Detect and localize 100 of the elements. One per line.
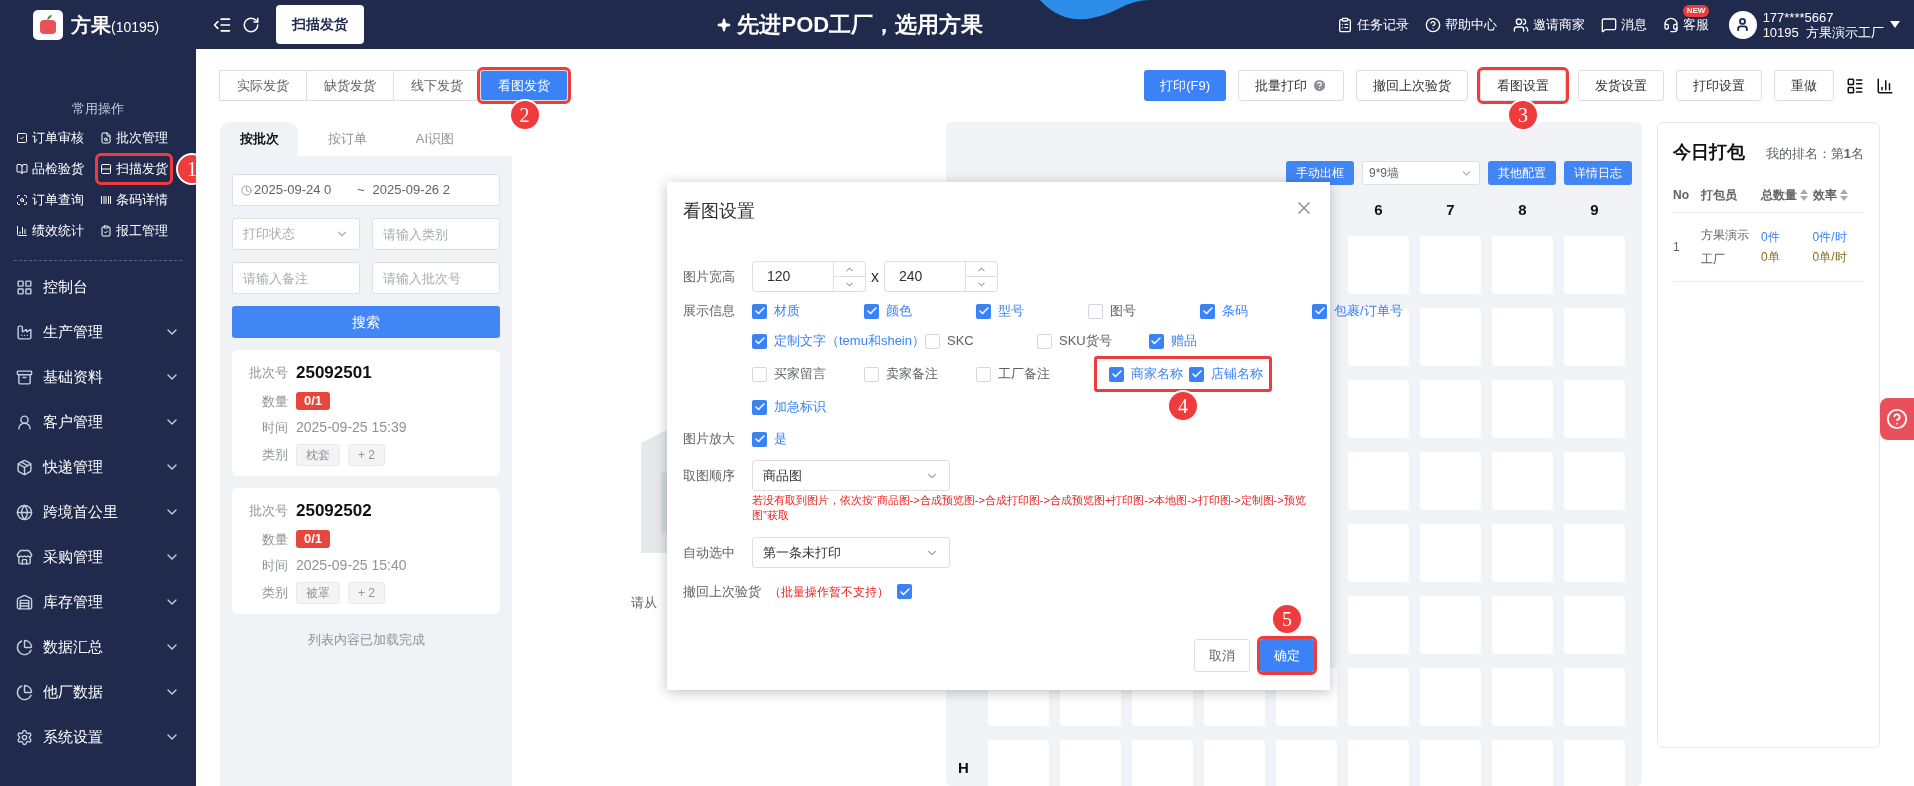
refresh-icon[interactable] bbox=[242, 15, 260, 34]
checkbox[interactable] bbox=[976, 366, 991, 382]
view-tab[interactable]: 实际发货 bbox=[219, 70, 307, 101]
width-field[interactable]: 120 bbox=[752, 261, 866, 292]
checkbox[interactable] bbox=[897, 584, 912, 600]
action-button[interactable]: 打印设置 bbox=[1676, 70, 1762, 101]
field-label: 数量 bbox=[261, 530, 288, 549]
people-icon[interactable] bbox=[1512, 16, 1529, 33]
pie-chart-icon bbox=[16, 683, 33, 701]
confirm-button[interactable]: 确定 bbox=[1260, 639, 1314, 672]
batch-card[interactable]: 批次号 25092502 数量 0/1 时间 2025-09-25 15:40 类别 被罩 + 2 bbox=[232, 488, 500, 614]
checkbox[interactable] bbox=[752, 399, 767, 415]
field-label: 类别 bbox=[261, 446, 288, 465]
wall-action-button[interactable]: 其他配置 bbox=[1488, 161, 1556, 185]
view-tab[interactable]: 看图发货 bbox=[480, 70, 568, 101]
page-tab[interactable]: 扫描发货 bbox=[276, 5, 364, 44]
wall-size-select[interactable]: 9*9墙 bbox=[1362, 161, 1480, 185]
column-header[interactable]: 效率 bbox=[1812, 186, 1837, 204]
sort-icon[interactable] bbox=[1839, 189, 1848, 201]
header-link[interactable]: 客服 bbox=[1682, 14, 1709, 35]
wall-action-button[interactable]: 详情日志 bbox=[1564, 161, 1632, 185]
checkbox[interactable] bbox=[1200, 303, 1215, 319]
list-icon[interactable] bbox=[1336, 16, 1353, 33]
action-button[interactable]: 撤回上次验货 bbox=[1356, 70, 1468, 101]
checkbox[interactable] bbox=[1189, 366, 1204, 382]
shortcut-link[interactable]: 条码详情 bbox=[116, 189, 168, 210]
column-header[interactable]: 总数量 bbox=[1761, 186, 1797, 204]
avatar[interactable] bbox=[1728, 10, 1757, 39]
bar-chart-icon[interactable] bbox=[1876, 76, 1894, 95]
batch-time: 2025-09-25 15:40 bbox=[296, 556, 407, 575]
auto-select-dropdown[interactable]: 第一条未打印 bbox=[752, 537, 950, 568]
header-link[interactable]: 帮助中心 bbox=[1444, 14, 1497, 35]
header-link[interactable]: 消息 bbox=[1620, 14, 1647, 35]
menu-item[interactable]: 基础资料 bbox=[0, 354, 196, 400]
checkbox[interactable] bbox=[752, 431, 767, 447]
menu-item[interactable]: 快递管理 bbox=[0, 444, 196, 490]
shortcut-link[interactable]: 订单审核 bbox=[32, 127, 84, 148]
headset-icon[interactable] bbox=[1662, 16, 1679, 33]
message-icon[interactable] bbox=[1600, 16, 1617, 33]
height-field[interactable]: 240 bbox=[884, 261, 998, 292]
checkbox[interactable] bbox=[864, 303, 879, 319]
menu-item[interactable]: 控制台 bbox=[0, 264, 196, 310]
sort-icon[interactable] bbox=[1800, 189, 1808, 201]
menu-item[interactable]: 他厂数据 bbox=[0, 669, 196, 715]
checkbox[interactable] bbox=[864, 366, 879, 382]
shortcut-link[interactable]: 报工管理 bbox=[116, 220, 168, 241]
search-button[interactable]: 搜索 bbox=[232, 306, 500, 338]
shortcut-link[interactable]: 扫描发货 bbox=[116, 158, 168, 179]
date-start-field[interactable]: 2025-09-24 0 bbox=[254, 180, 349, 200]
menu-item[interactable]: 生产管理 bbox=[0, 309, 196, 355]
shortcut-link[interactable]: 订单查询 bbox=[32, 189, 84, 210]
menu-item[interactable]: 跨境首公里 bbox=[0, 489, 196, 535]
checkbox[interactable] bbox=[752, 303, 767, 319]
checkbox-label: 店铺名称 bbox=[1211, 365, 1263, 384]
action-button[interactable]: 批量打印 bbox=[1238, 70, 1344, 101]
checkbox[interactable] bbox=[925, 333, 940, 349]
column-label: 6 bbox=[1373, 200, 1384, 220]
field-label: 批次号 bbox=[248, 502, 288, 520]
menu-item[interactable]: 采购管理 bbox=[0, 534, 196, 580]
panel-tab[interactable]: 按批次 bbox=[220, 122, 298, 156]
cancel-button[interactable]: 取消 bbox=[1194, 639, 1250, 672]
checkbox[interactable] bbox=[1088, 303, 1103, 319]
checkbox[interactable] bbox=[752, 366, 767, 382]
menu-item[interactable]: 客户管理 bbox=[0, 399, 196, 445]
form-label: 取图顺序 bbox=[683, 467, 736, 485]
list-view-icon[interactable] bbox=[1846, 76, 1864, 95]
header-link[interactable]: 任务记录 bbox=[1356, 14, 1409, 35]
shortcut-link[interactable]: 品检验货 bbox=[32, 158, 84, 179]
action-button[interactable]: 看图设置 bbox=[1480, 70, 1566, 101]
checkbox-label: 定制文字（temu和shein） bbox=[774, 332, 925, 351]
step-marker: 1 bbox=[176, 152, 196, 185]
remark-field[interactable]: 请输入备注 bbox=[232, 262, 360, 294]
category-field[interactable]: 请输入类别 bbox=[372, 218, 500, 250]
checkbox[interactable] bbox=[752, 333, 767, 349]
view-tab[interactable]: 缺货发货 bbox=[306, 70, 394, 101]
menu-item[interactable]: 系统设置 bbox=[0, 714, 196, 760]
shortcut-link[interactable]: 绩效统计 bbox=[32, 220, 84, 241]
menu-item[interactable]: 数据汇总 bbox=[0, 624, 196, 670]
caret-icon[interactable] bbox=[1890, 21, 1900, 28]
manual-exit-button[interactable]: 手动出框 bbox=[1286, 161, 1354, 185]
batch-card[interactable]: 批次号 25092501 数量 0/1 时间 2025-09-25 15:39 类别 枕套 + 2 bbox=[232, 350, 500, 476]
size-separator: x bbox=[870, 266, 880, 287]
batch-number-field[interactable]: 请输入批次号 bbox=[372, 262, 500, 294]
header-link[interactable]: 邀请商家 bbox=[1532, 14, 1585, 35]
menu-item[interactable]: 库存管理 bbox=[0, 579, 196, 625]
date-end-field[interactable]: 2025-09-26 2 bbox=[372, 180, 468, 200]
checkbox[interactable] bbox=[976, 303, 991, 319]
checkbox[interactable] bbox=[1149, 333, 1164, 349]
help-icon[interactable] bbox=[1424, 16, 1441, 33]
column-label: 7 bbox=[1445, 200, 1456, 220]
checkbox[interactable] bbox=[1037, 333, 1052, 349]
action-button[interactable]: 打印(F9) bbox=[1144, 70, 1226, 101]
checkbox[interactable] bbox=[1312, 303, 1327, 319]
warehouse-icon bbox=[16, 593, 33, 611]
action-button[interactable]: 重做 bbox=[1774, 70, 1834, 101]
checkbox[interactable] bbox=[1109, 366, 1124, 382]
help-tab[interactable] bbox=[1880, 398, 1914, 440]
image-order-select[interactable]: 商品图 bbox=[752, 460, 950, 491]
shortcut-link[interactable]: 批次管理 bbox=[116, 127, 168, 148]
action-button[interactable]: 发货设置 bbox=[1578, 70, 1664, 101]
